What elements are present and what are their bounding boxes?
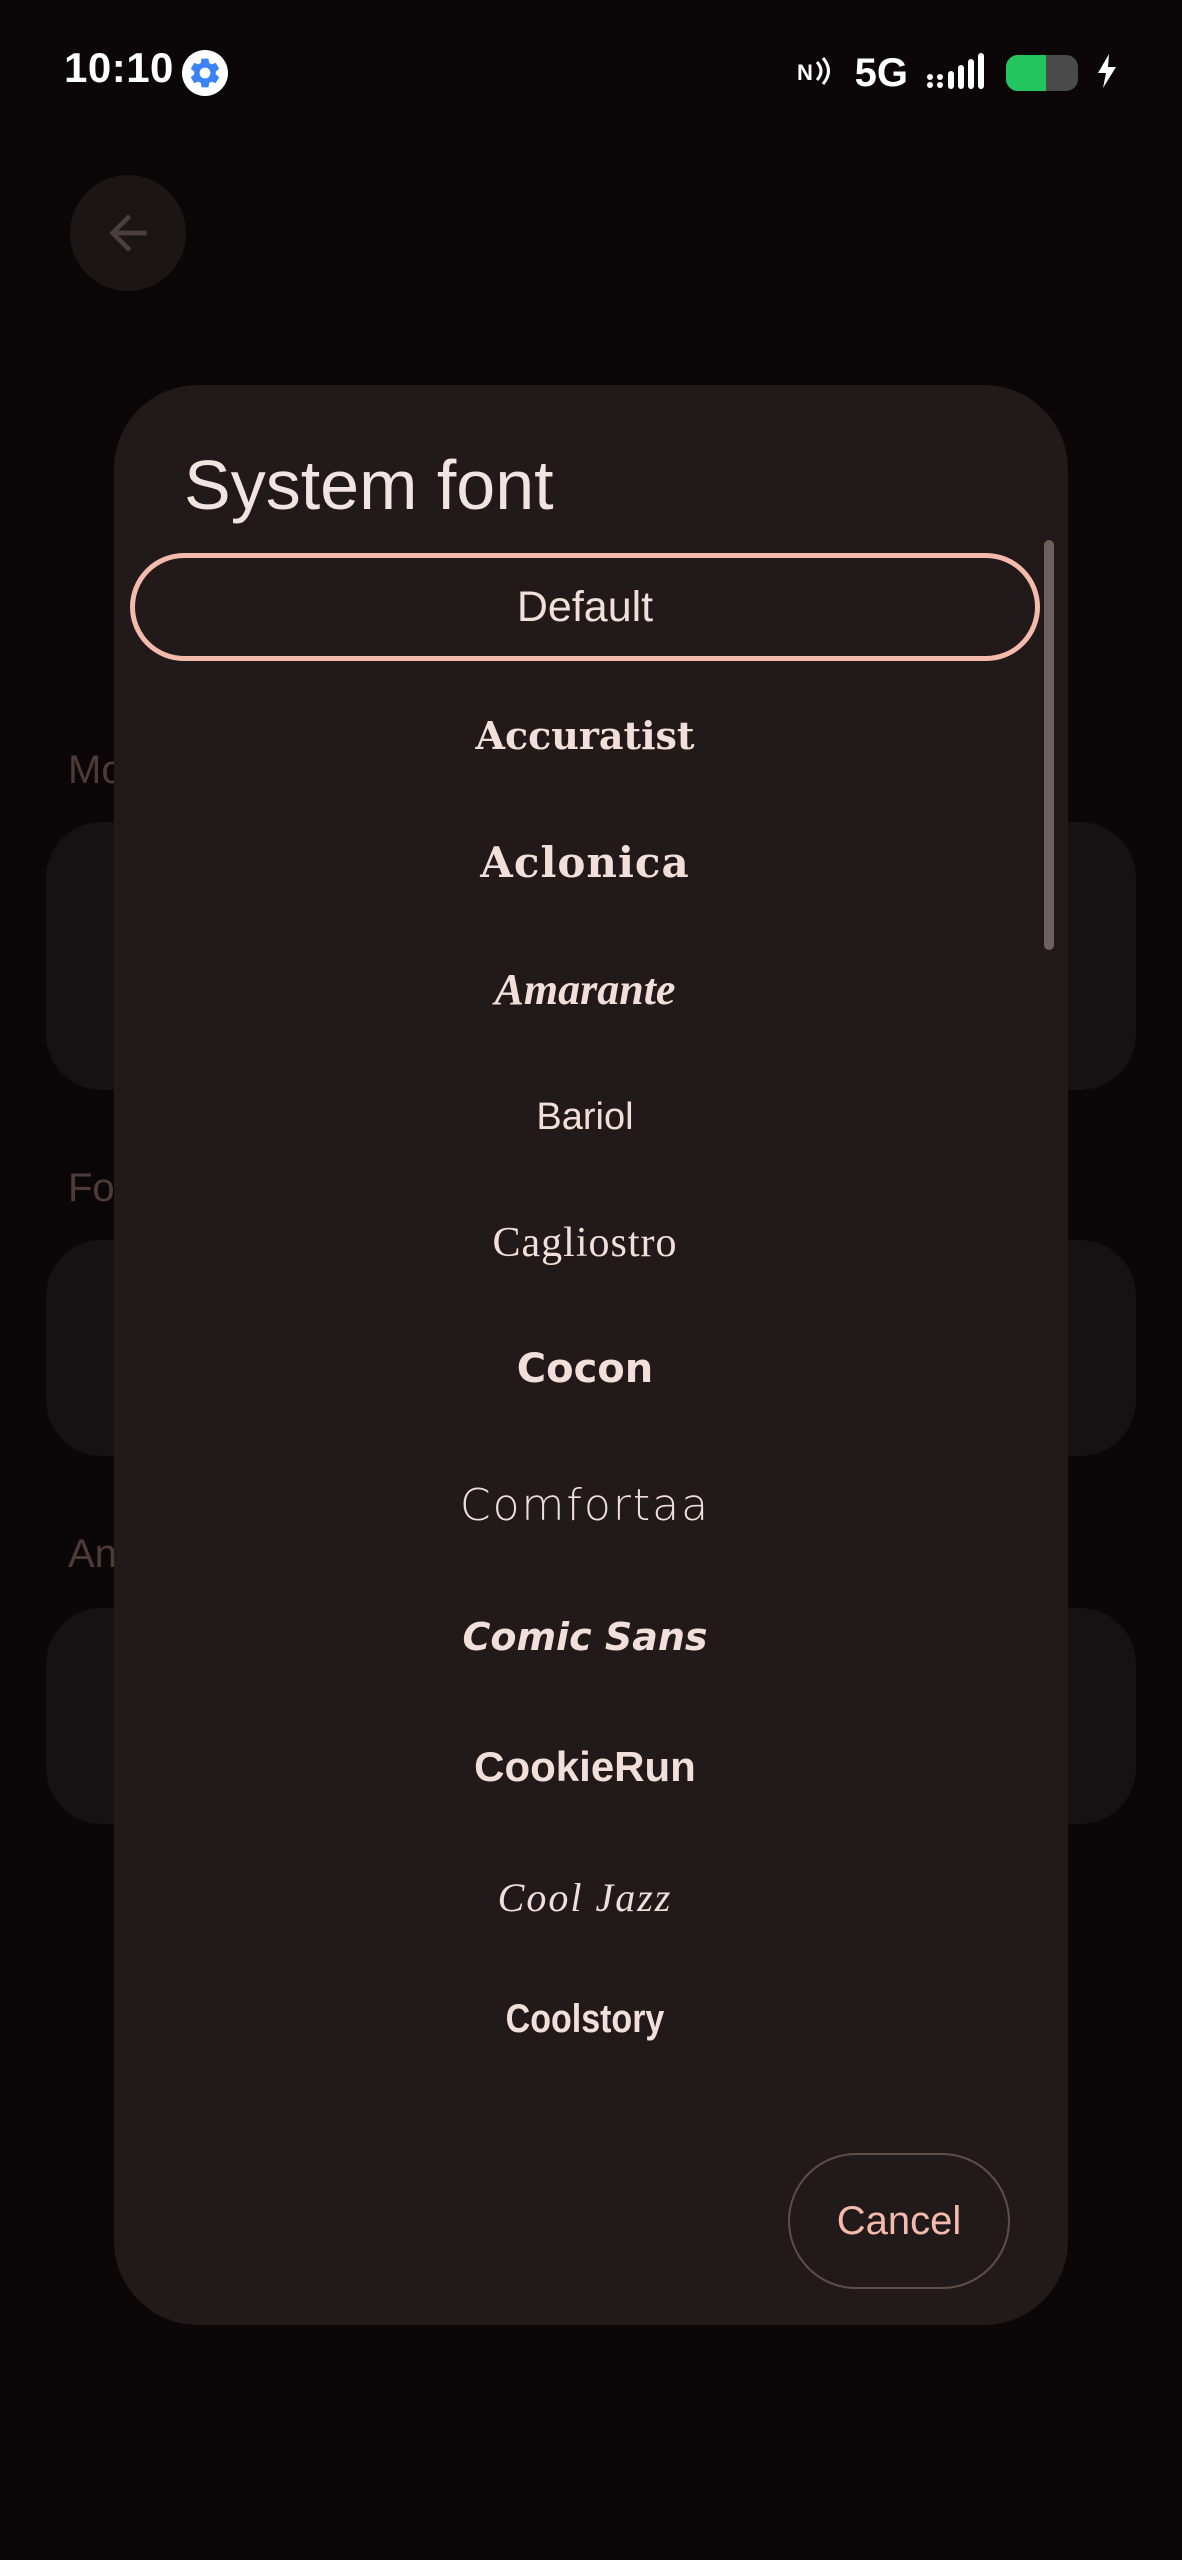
font-option-comfortaa[interactable]: Comfortaa — [130, 1451, 1040, 1559]
font-option-comic-sans[interactable]: Comic Sans — [130, 1583, 1040, 1691]
status-icons: N 5G — [797, 50, 1118, 96]
font-option-accuratist[interactable]: Accuratist — [130, 681, 1040, 789]
screen: 10:10 N 5G Mo Fo An System font Default … — [0, 0, 1182, 2560]
font-option-bariol[interactable]: Bariol — [130, 1063, 1040, 1171]
bolt-icon — [1096, 54, 1118, 92]
font-option-cool-jazz[interactable]: Cool Jazz — [130, 1843, 1040, 1951]
back-button — [70, 175, 186, 291]
font-option-cagliostro[interactable]: Cagliostro — [130, 1189, 1040, 1297]
gear-icon — [182, 50, 228, 96]
arrow-left-icon — [109, 214, 147, 252]
scrollbar[interactable] — [1044, 540, 1054, 950]
font-option-coolstory[interactable]: Coolstory — [198, 1965, 972, 2073]
dialog-title: System font — [184, 446, 554, 524]
section-label: An — [68, 1532, 117, 1576]
font-option-amarante[interactable]: Amarante — [130, 935, 1040, 1043]
font-option-aclonica[interactable]: Aclonica — [130, 808, 1040, 916]
section-label: Fo — [68, 1166, 115, 1210]
font-option-cocon[interactable]: Cocon — [130, 1315, 1040, 1423]
svg-text:N: N — [797, 60, 813, 85]
font-option-cookierun[interactable]: CookieRun — [130, 1713, 1040, 1821]
cancel-button[interactable]: Cancel — [788, 2153, 1010, 2289]
font-option-default[interactable]: Default — [130, 553, 1040, 661]
battery-icon — [1006, 55, 1078, 91]
battery-fill — [1006, 55, 1046, 91]
network-type: 5G — [854, 50, 908, 95]
system-font-dialog: System font Default Accuratist Aclonica … — [114, 385, 1068, 2325]
status-bar: 10:10 N 5G — [0, 0, 1182, 150]
signal-icon — [926, 51, 988, 95]
nfc-icon: N — [797, 56, 837, 90]
status-time: 10:10 — [64, 44, 174, 91]
